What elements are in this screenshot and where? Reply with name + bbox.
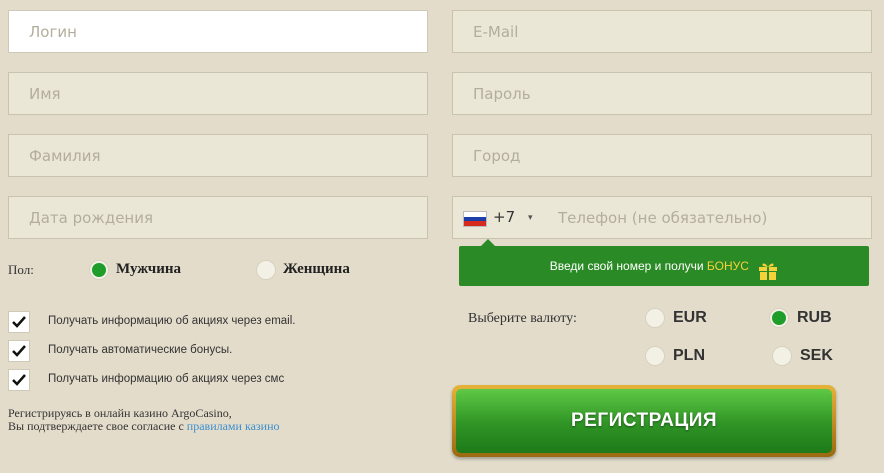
gender-label: Пол:: [8, 262, 34, 277]
register-button-frame: РЕГИСТРАЦИЯ: [452, 385, 836, 457]
checkmark-icon: [12, 374, 26, 386]
phone-input[interactable]: [558, 197, 858, 238]
agreement-line-2: Вы подтверждаете свое согласие с: [8, 419, 187, 433]
auto-bonus-checkbox[interactable]: [8, 340, 30, 362]
bonus-hint-text: Введи свой номер и получи: [549, 259, 707, 273]
phone-bonus-hint: Введи свой номер и получи БОНУС: [459, 239, 869, 286]
currency-rub-radio[interactable]: [769, 308, 789, 328]
sms-promo-label: Получать информацию об акциях через смс: [48, 373, 285, 385]
gender-female-radio[interactable]: [256, 260, 276, 280]
birth-date-input[interactable]: [8, 196, 428, 239]
russia-flag-icon[interactable]: [463, 211, 487, 227]
casino-rules-link[interactable]: правилами казино: [187, 419, 280, 433]
password-input[interactable]: [452, 72, 872, 115]
agreement-text: Регистрируясь в онлайн казино ArgoCasino…: [8, 407, 280, 433]
gender-female-label[interactable]: Женщина: [283, 261, 350, 278]
currency-eur-label[interactable]: EUR: [673, 309, 707, 327]
sms-promo-checkbox[interactable]: [8, 369, 30, 391]
email-promo-checkbox[interactable]: [8, 311, 30, 333]
first-name-input[interactable]: [8, 72, 428, 115]
gift-icon: [758, 256, 778, 280]
checkmark-icon: [12, 316, 26, 328]
currency-sek-label[interactable]: SEK: [800, 347, 833, 365]
currency-pln-radio[interactable]: [645, 346, 665, 366]
gender-male-label[interactable]: Мужчина: [116, 261, 181, 278]
phone-country-code[interactable]: +7: [493, 197, 515, 238]
login-input[interactable]: [8, 10, 428, 53]
bonus-word: БОНУС: [706, 259, 749, 273]
currency-sek-radio[interactable]: [772, 346, 792, 366]
last-name-input[interactable]: [8, 134, 428, 177]
email-input[interactable]: [452, 10, 872, 53]
checkmark-icon: [12, 345, 26, 357]
register-button[interactable]: РЕГИСТРАЦИЯ: [456, 389, 832, 453]
phone-field: +7 ▾: [452, 196, 872, 239]
city-input[interactable]: [452, 134, 872, 177]
gender-male-radio[interactable]: [89, 260, 109, 280]
currency-label: Выберите валюту:: [468, 311, 577, 326]
email-promo-label: Получать информацию об акциях через emai…: [48, 315, 296, 327]
currency-pln-label[interactable]: PLN: [673, 347, 705, 365]
currency-rub-label[interactable]: RUB: [797, 309, 832, 327]
auto-bonus-label: Получать автоматические бонусы.: [48, 344, 233, 356]
chevron-down-icon[interactable]: ▾: [528, 197, 533, 238]
currency-eur-radio[interactable]: [645, 308, 665, 328]
